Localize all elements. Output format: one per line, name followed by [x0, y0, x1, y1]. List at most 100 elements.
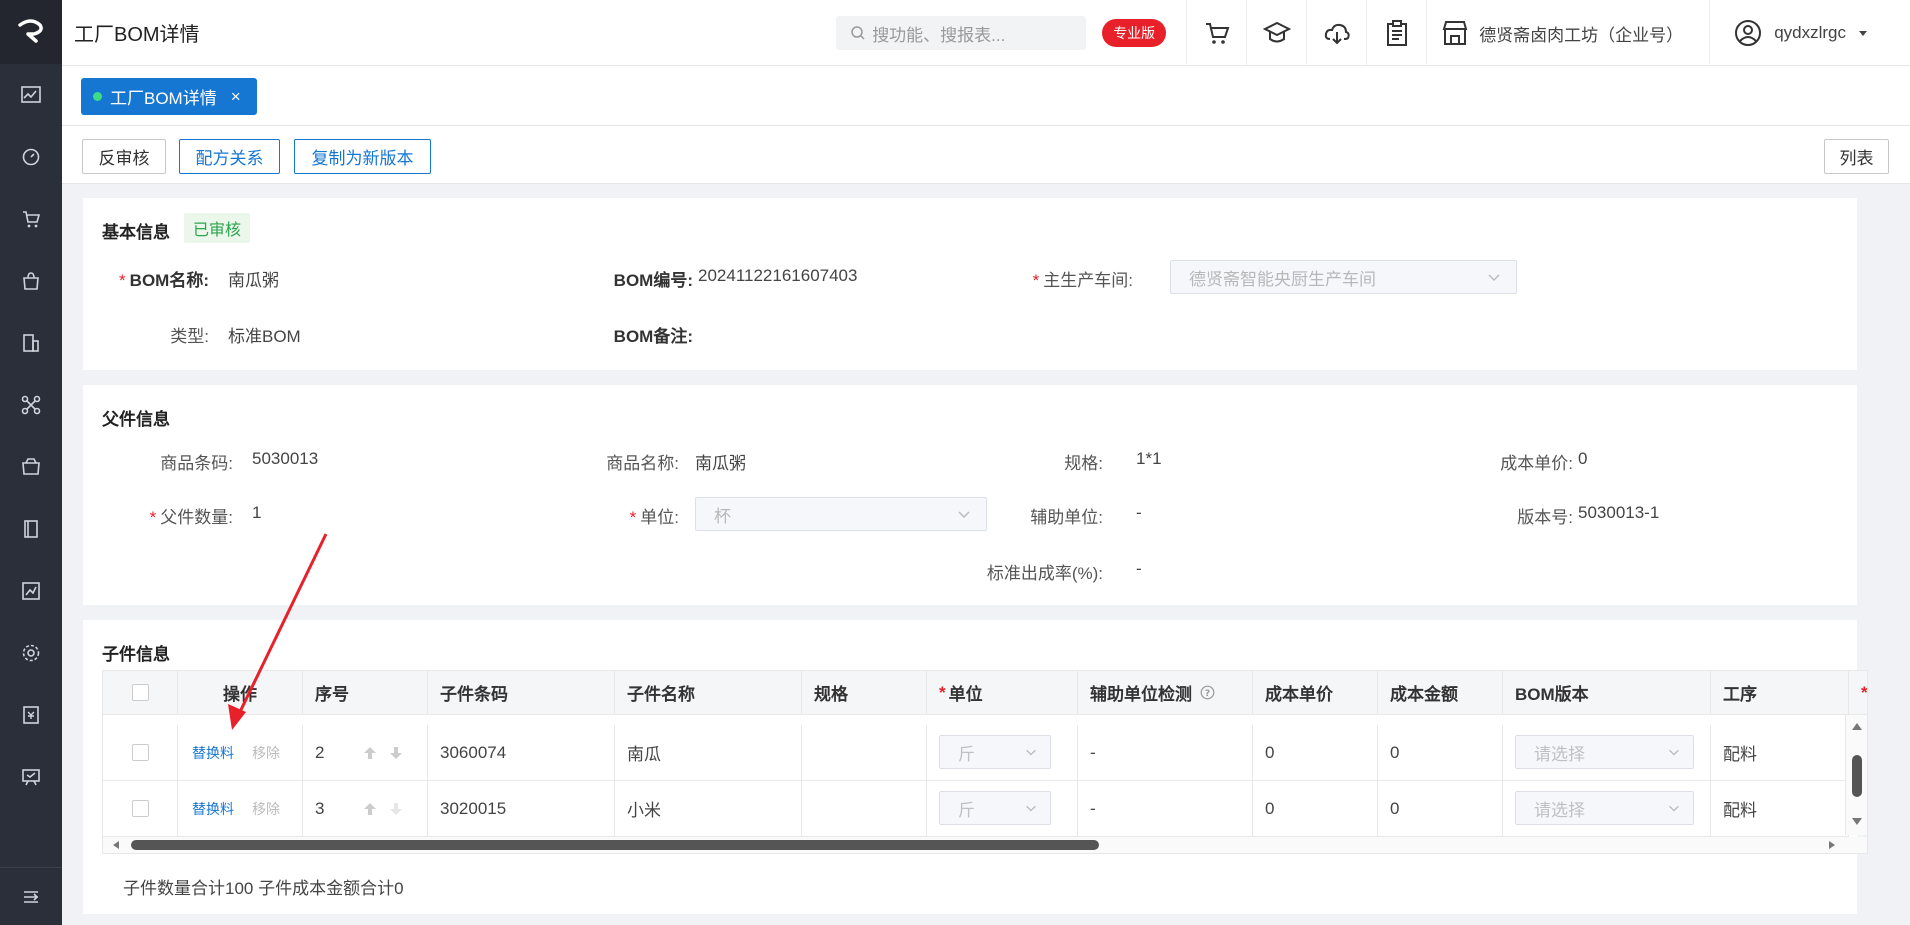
- parent-qty-label: * 父件数量:: [149, 508, 233, 527]
- replace-material-link[interactable]: 替换料: [192, 799, 234, 819]
- remove-link[interactable]: 移除: [252, 799, 280, 819]
- sidebar-item-network[interactable]: [0, 374, 62, 436]
- sidebar-item-box[interactable]: [0, 436, 62, 498]
- col-header-spec: 规格: [802, 671, 927, 715]
- vertical-scrollbar[interactable]: [1845, 715, 1867, 835]
- status-badge: 已审核: [184, 213, 251, 243]
- sidebar-item-book[interactable]: [0, 498, 62, 560]
- list-button[interactable]: 列表: [1824, 139, 1889, 174]
- replace-material-link[interactable]: 替换料: [192, 743, 234, 763]
- settings-icon: [22, 644, 40, 662]
- scroll-right-icon[interactable]: [1827, 840, 1837, 850]
- bom-version-select[interactable]: 请选择: [1515, 735, 1694, 769]
- row-checkbox[interactable]: [131, 800, 149, 817]
- presentation-icon: [22, 769, 40, 786]
- scroll-left-icon[interactable]: [111, 840, 121, 850]
- col-header-aux-check: 辅助单位检测?: [1078, 671, 1253, 715]
- store-selector[interactable]: 德贤斋卤肉工坊（企业号）: [1426, 0, 1709, 66]
- product-name-label: 商品名称:: [606, 454, 679, 473]
- bom-code-value: 20241122161607403: [698, 266, 858, 285]
- tab-active-dot: [93, 92, 102, 101]
- row-process-cell: 配料: [1711, 725, 1849, 781]
- remove-link[interactable]: 移除: [252, 743, 280, 763]
- horizontal-scroll-thumb[interactable]: [131, 840, 1099, 850]
- col-header-seq: 序号: [303, 671, 428, 715]
- cart-icon: [23, 211, 41, 228]
- sidebar-item-cart[interactable]: [0, 188, 62, 250]
- row-name-cell: 南瓜: [615, 725, 802, 781]
- horizontal-scrollbar[interactable]: [103, 837, 1867, 853]
- bom-version-select[interactable]: 请选择: [1515, 791, 1694, 825]
- search-input[interactable]: 搜功能、搜报表...: [836, 16, 1087, 50]
- workshop-select[interactable]: 德贤斋智能央厨生产车间: [1170, 260, 1517, 294]
- cart-icon: [1205, 23, 1230, 44]
- user-menu[interactable]: qydxzlrgc: [1709, 0, 1910, 66]
- parent-info-card: 父件信息 商品条码: 5030013 商品名称: 南瓜粥 规格: 1*1 成本单…: [83, 385, 1857, 605]
- logo[interactable]: [0, 0, 62, 64]
- row-checkbox[interactable]: [131, 744, 149, 761]
- unaudit-button[interactable]: 反审核: [82, 139, 166, 174]
- cart-button[interactable]: [1186, 0, 1246, 66]
- network-icon: [21, 395, 41, 415]
- menu-icon: [24, 890, 39, 903]
- tab-bom-detail[interactable]: 工厂BOM详情 ×: [81, 78, 257, 115]
- scroll-up-icon[interactable]: [1851, 721, 1863, 731]
- move-up-icon[interactable]: [362, 801, 378, 817]
- user-avatar-icon: [1735, 20, 1762, 46]
- unit-select[interactable]: 杯: [695, 497, 987, 531]
- sidebar-item-invoice[interactable]: [0, 684, 62, 746]
- cost-price-value: 0: [1578, 449, 1588, 468]
- header-checkbox-cell: [103, 671, 178, 715]
- vertical-scroll-thumb[interactable]: [1852, 755, 1862, 797]
- move-up-icon[interactable]: [362, 745, 378, 761]
- download-button[interactable]: [1306, 0, 1366, 66]
- unit-select[interactable]: 斤: [939, 791, 1051, 825]
- type-value: 标准BOM: [228, 327, 301, 346]
- move-down-icon[interactable]: [388, 801, 404, 817]
- close-icon[interactable]: ×: [231, 87, 241, 107]
- version-label: 版本号:: [1517, 508, 1573, 527]
- section-title-basic: 基本信息: [102, 223, 170, 242]
- row-bom-version-cell: 请选择: [1503, 725, 1711, 781]
- pro-badge[interactable]: 专业版: [1102, 19, 1167, 47]
- row-aux-cell: -: [1078, 781, 1253, 837]
- col-header-barcode: 子件条码: [428, 671, 615, 715]
- academy-button[interactable]: [1246, 0, 1306, 66]
- row-amount-cell: 0: [1378, 725, 1503, 781]
- sidebar-item-presentation[interactable]: [0, 746, 62, 808]
- action-bar: 反审核 配方关系 复制为新版本 列表: [62, 126, 1910, 184]
- workshop-label: * 主生产车间:: [1032, 271, 1133, 290]
- sidebar-item-dashboard[interactable]: [0, 64, 62, 126]
- parent-qty-value: 1: [252, 503, 262, 522]
- formula-relation-button[interactable]: 配方关系: [179, 139, 280, 174]
- unit-select[interactable]: 斤: [939, 735, 1051, 769]
- yield-value: -: [1136, 559, 1142, 578]
- col-header-process: 工序: [1711, 671, 1849, 715]
- clipboard-icon: [1386, 20, 1407, 46]
- row-seq-cell: 2: [303, 725, 428, 781]
- chevron-down-icon: [1669, 749, 1679, 756]
- row-aux-cell: -: [1078, 725, 1253, 781]
- collapse-menu[interactable]: [0, 867, 62, 925]
- seq-value: 2: [315, 742, 325, 762]
- row-seq-cell: 3: [303, 781, 428, 837]
- row-spec-cell: [802, 781, 927, 837]
- sidebar-item-circle[interactable]: [0, 126, 62, 188]
- select-all-checkbox[interactable]: [131, 684, 149, 701]
- move-down-icon[interactable]: [388, 745, 404, 761]
- row-bom-version-cell: 请选择: [1503, 781, 1711, 837]
- store-name: 德贤斋卤肉工坊（企业号）: [1479, 25, 1684, 45]
- help-icon[interactable]: ?: [1200, 685, 1215, 700]
- sidebar-item-settings[interactable]: [0, 622, 62, 684]
- sidebar-item-report[interactable]: [0, 560, 62, 622]
- search-icon: [851, 26, 865, 40]
- chevron-down-icon: [1026, 805, 1036, 812]
- row-barcode-cell: 3060074: [428, 725, 615, 781]
- sidebar-item-bag[interactable]: [0, 250, 62, 312]
- bom-name-label: * BOM名称:: [119, 271, 209, 290]
- bom-code-label: BOM编号:: [613, 271, 693, 290]
- scroll-down-icon[interactable]: [1851, 817, 1863, 827]
- tasks-button[interactable]: [1366, 0, 1426, 66]
- copy-new-version-button[interactable]: 复制为新版本: [294, 139, 431, 174]
- sidebar-item-building[interactable]: [0, 312, 62, 374]
